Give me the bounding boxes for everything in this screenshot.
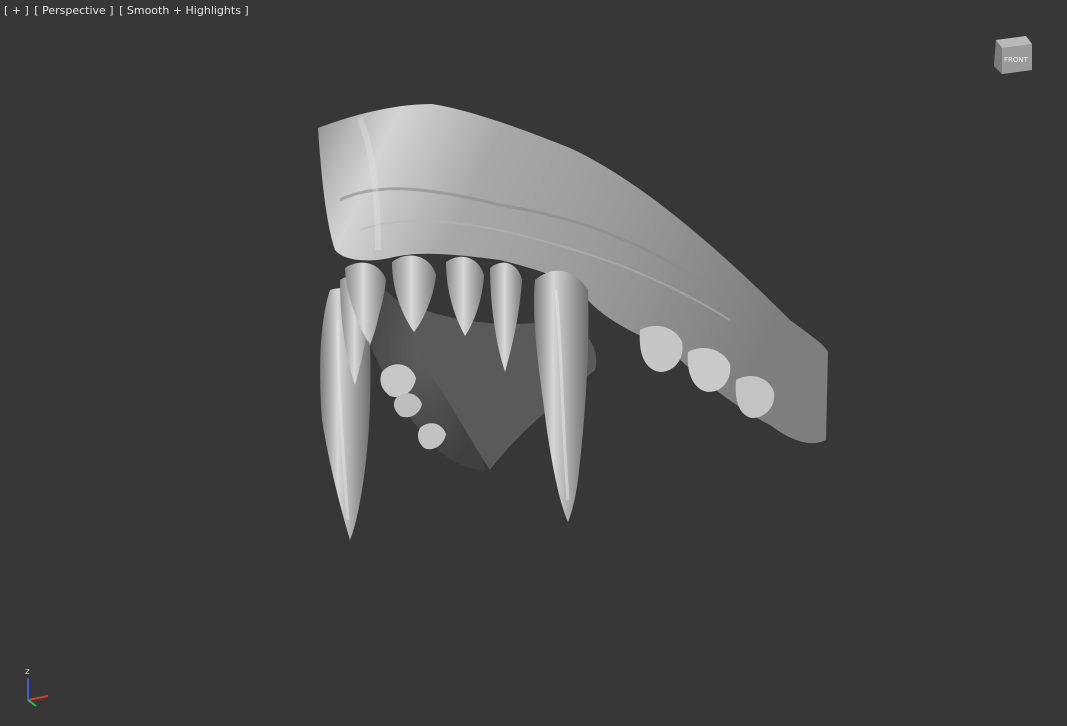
y-axis-line bbox=[27, 699, 37, 707]
z-axis-label: z bbox=[25, 667, 30, 677]
axis-tripod-icon: z bbox=[25, 667, 49, 707]
jaw-model[interactable] bbox=[0, 0, 1067, 726]
viewcube-icon[interactable]: FRONT bbox=[990, 32, 1036, 76]
x-axis-line bbox=[27, 695, 49, 701]
perspective-viewport[interactable]: [ + ] [ Perspective ] [ Smooth + Highlig… bbox=[0, 0, 1067, 726]
viewcube-face-label: FRONT bbox=[1004, 56, 1029, 64]
